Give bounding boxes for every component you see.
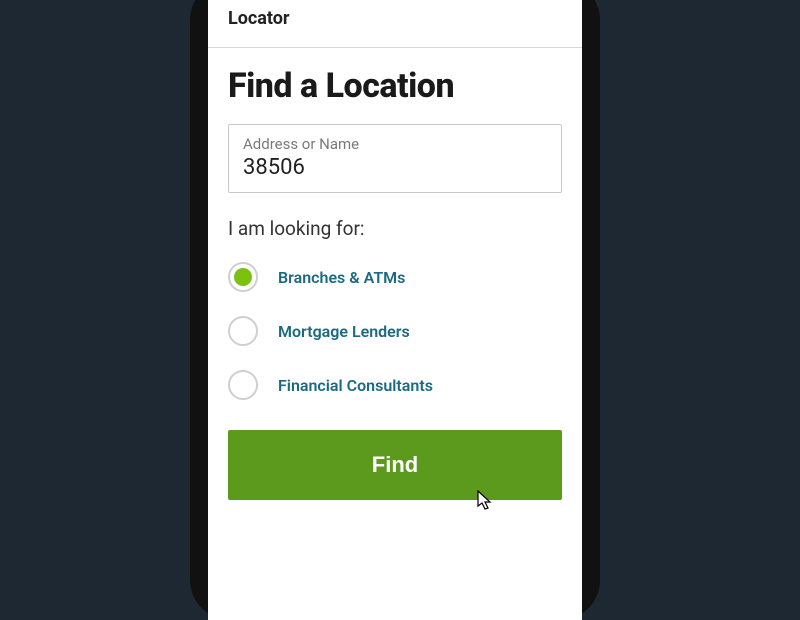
content-area: Find a Location Address or Name I am loo… [208, 48, 582, 524]
option-financial-consultants[interactable]: Financial Consultants [228, 370, 562, 400]
address-field[interactable]: Address or Name [228, 124, 562, 193]
option-label: Financial Consultants [278, 376, 433, 395]
radio-icon [228, 370, 258, 400]
phone-frame: Locator Find a Location Address or Name … [190, 0, 600, 620]
screen-header: Locator [208, 0, 582, 48]
radio-icon [228, 316, 258, 346]
option-mortgage-lenders[interactable]: Mortgage Lenders [228, 316, 562, 346]
find-button[interactable]: Find [228, 430, 562, 500]
header-title: Locator [228, 8, 562, 29]
address-input[interactable] [243, 155, 547, 180]
option-label: Mortgage Lenders [278, 322, 410, 341]
option-label: Branches & ATMs [278, 268, 405, 287]
option-branches-atms[interactable]: Branches & ATMs [228, 262, 562, 292]
page-title: Find a Location [228, 66, 562, 106]
app-screen: Locator Find a Location Address or Name … [208, 0, 582, 620]
address-label: Address or Name [243, 135, 547, 153]
looking-for-label: I am looking for: [228, 217, 562, 240]
radio-icon [228, 262, 258, 292]
